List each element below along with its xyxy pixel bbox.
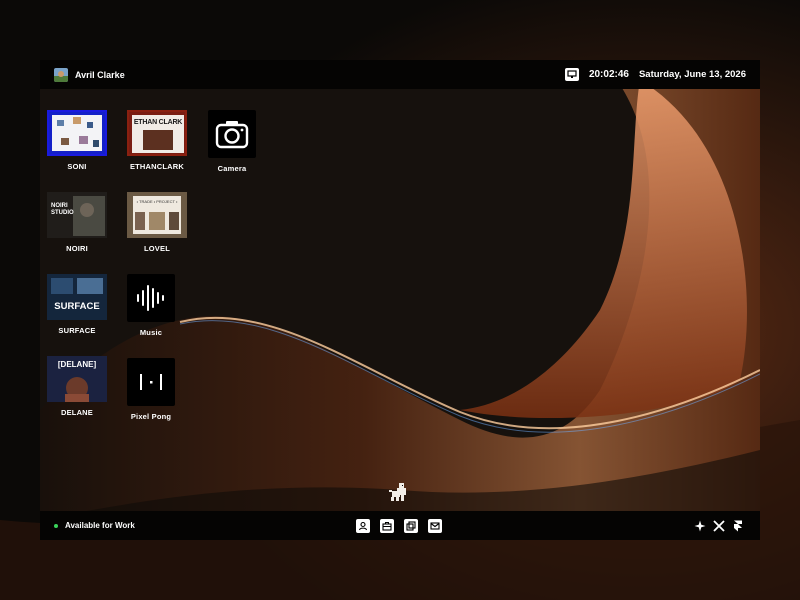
icon-label: Camera	[217, 164, 247, 173]
monitor-icon[interactable]	[564, 68, 579, 81]
icon-label: SURFACE	[58, 326, 96, 335]
avatar[interactable]	[54, 67, 68, 82]
thumb-text: • TRADE • PROJECT •	[136, 199, 178, 204]
user-icon[interactable]	[356, 519, 370, 533]
thumb-text: NOIRI STUDIO	[51, 203, 74, 216]
pong-icon	[127, 358, 175, 406]
top-bar: Avril Clarke 20:02:46 Saturday, June 13,…	[40, 60, 760, 89]
clock: 20:02:46	[588, 69, 629, 80]
desktop-icon-noiri[interactable]: NOIRI STUDIO NOIRI	[47, 192, 107, 253]
framer-icon[interactable]	[731, 519, 744, 532]
desktop-icon-delane[interactable]: [DELANE] DELANE	[47, 356, 107, 417]
date: Saturday, June 13, 2026	[638, 69, 746, 80]
lovel-thumbnail: • TRADE • PROJECT •	[127, 192, 187, 238]
noiri-thumbnail: NOIRI STUDIO	[47, 192, 107, 238]
desktop-icon-lovel[interactable]: • TRADE • PROJECT • LOVEL	[127, 192, 187, 253]
camera-icon	[208, 110, 256, 158]
soni-thumbnail	[47, 110, 107, 156]
icon-label: SONI	[67, 162, 87, 171]
desktop-icon-camera[interactable]: Camera	[208, 110, 256, 173]
dock-buttons	[356, 519, 452, 533]
gallery-icon[interactable]	[404, 519, 418, 533]
thumb-text: [DELANE]	[57, 360, 97, 369]
desktop-icon-pixel-pong[interactable]: Pixel Pong	[127, 358, 175, 421]
icon-label: ETHANCLARK	[129, 162, 185, 171]
x-icon[interactable]	[712, 519, 725, 532]
icon-label: DELANE	[60, 408, 94, 417]
thumb-text: ETHAN CLARK	[133, 119, 183, 126]
icon-label: LOVEL	[143, 244, 170, 253]
bottom-dock: Available for Work	[40, 511, 760, 540]
surface-thumbnail: SURFACE	[47, 274, 107, 320]
icon-label: Pixel Pong	[130, 412, 172, 421]
waveform-icon	[127, 274, 175, 322]
delane-thumbnail: [DELANE]	[47, 356, 107, 402]
mail-icon[interactable]	[428, 519, 442, 533]
status-dot	[54, 523, 58, 528]
figma-star-icon[interactable]	[693, 519, 706, 532]
desktop-icon-surface[interactable]: SURFACE SURFACE	[47, 274, 107, 335]
desktop-window: Avril Clarke 20:02:46 Saturday, June 13,…	[40, 60, 760, 540]
availability-status: Available for Work	[65, 521, 135, 530]
thumb-text: SURFACE	[54, 301, 100, 312]
desktop-icon-music[interactable]: Music	[127, 274, 175, 337]
icon-label: Music	[139, 328, 163, 337]
desktop-icon-ethanclark[interactable]: ETHAN CLARK ETHANCLARK	[127, 110, 187, 171]
ethanclark-thumbnail: ETHAN CLARK	[127, 110, 187, 156]
briefcase-icon[interactable]	[380, 519, 394, 533]
user-name: Avril Clarke	[75, 69, 125, 80]
icon-label: NOIRI	[66, 244, 88, 253]
social-links	[687, 519, 744, 532]
pixel-dog-icon[interactable]	[387, 480, 411, 504]
desktop-icon-soni[interactable]: SONI	[47, 110, 107, 171]
